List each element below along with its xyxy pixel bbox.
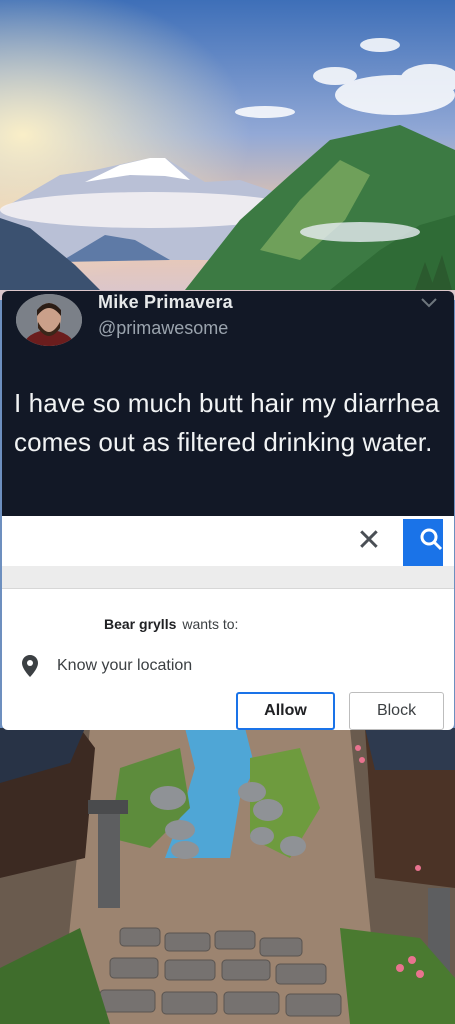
search-icon [420, 528, 443, 551]
divider [2, 566, 454, 589]
tweet-text: I have so much butt hair my diarrhea com… [14, 388, 440, 457]
location-pin-icon [22, 655, 38, 677]
chevron-down-icon[interactable] [420, 297, 438, 309]
village-stream-image [0, 728, 455, 1024]
author-name[interactable]: Mike Primavera [98, 292, 233, 313]
permission-popup: ✕ Bear grylls wants to: Know your locatio… [2, 516, 454, 730]
mountain-landscape-image [0, 0, 455, 300]
permission-prompt-title: Bear grylls wants to: [104, 616, 238, 632]
author-handle[interactable]: @primawesome [98, 318, 228, 339]
requester-name: Bear grylls [104, 616, 177, 632]
allow-button[interactable]: Allow [236, 692, 335, 730]
request-verb: wants to: [182, 616, 239, 632]
permission-text: Know your location [57, 657, 193, 674]
search-button[interactable] [403, 519, 443, 566]
close-icon[interactable]: ✕ [354, 524, 384, 558]
search-input[interactable] [2, 516, 454, 566]
avatar[interactable] [16, 294, 82, 346]
block-button[interactable]: Block [349, 692, 444, 730]
